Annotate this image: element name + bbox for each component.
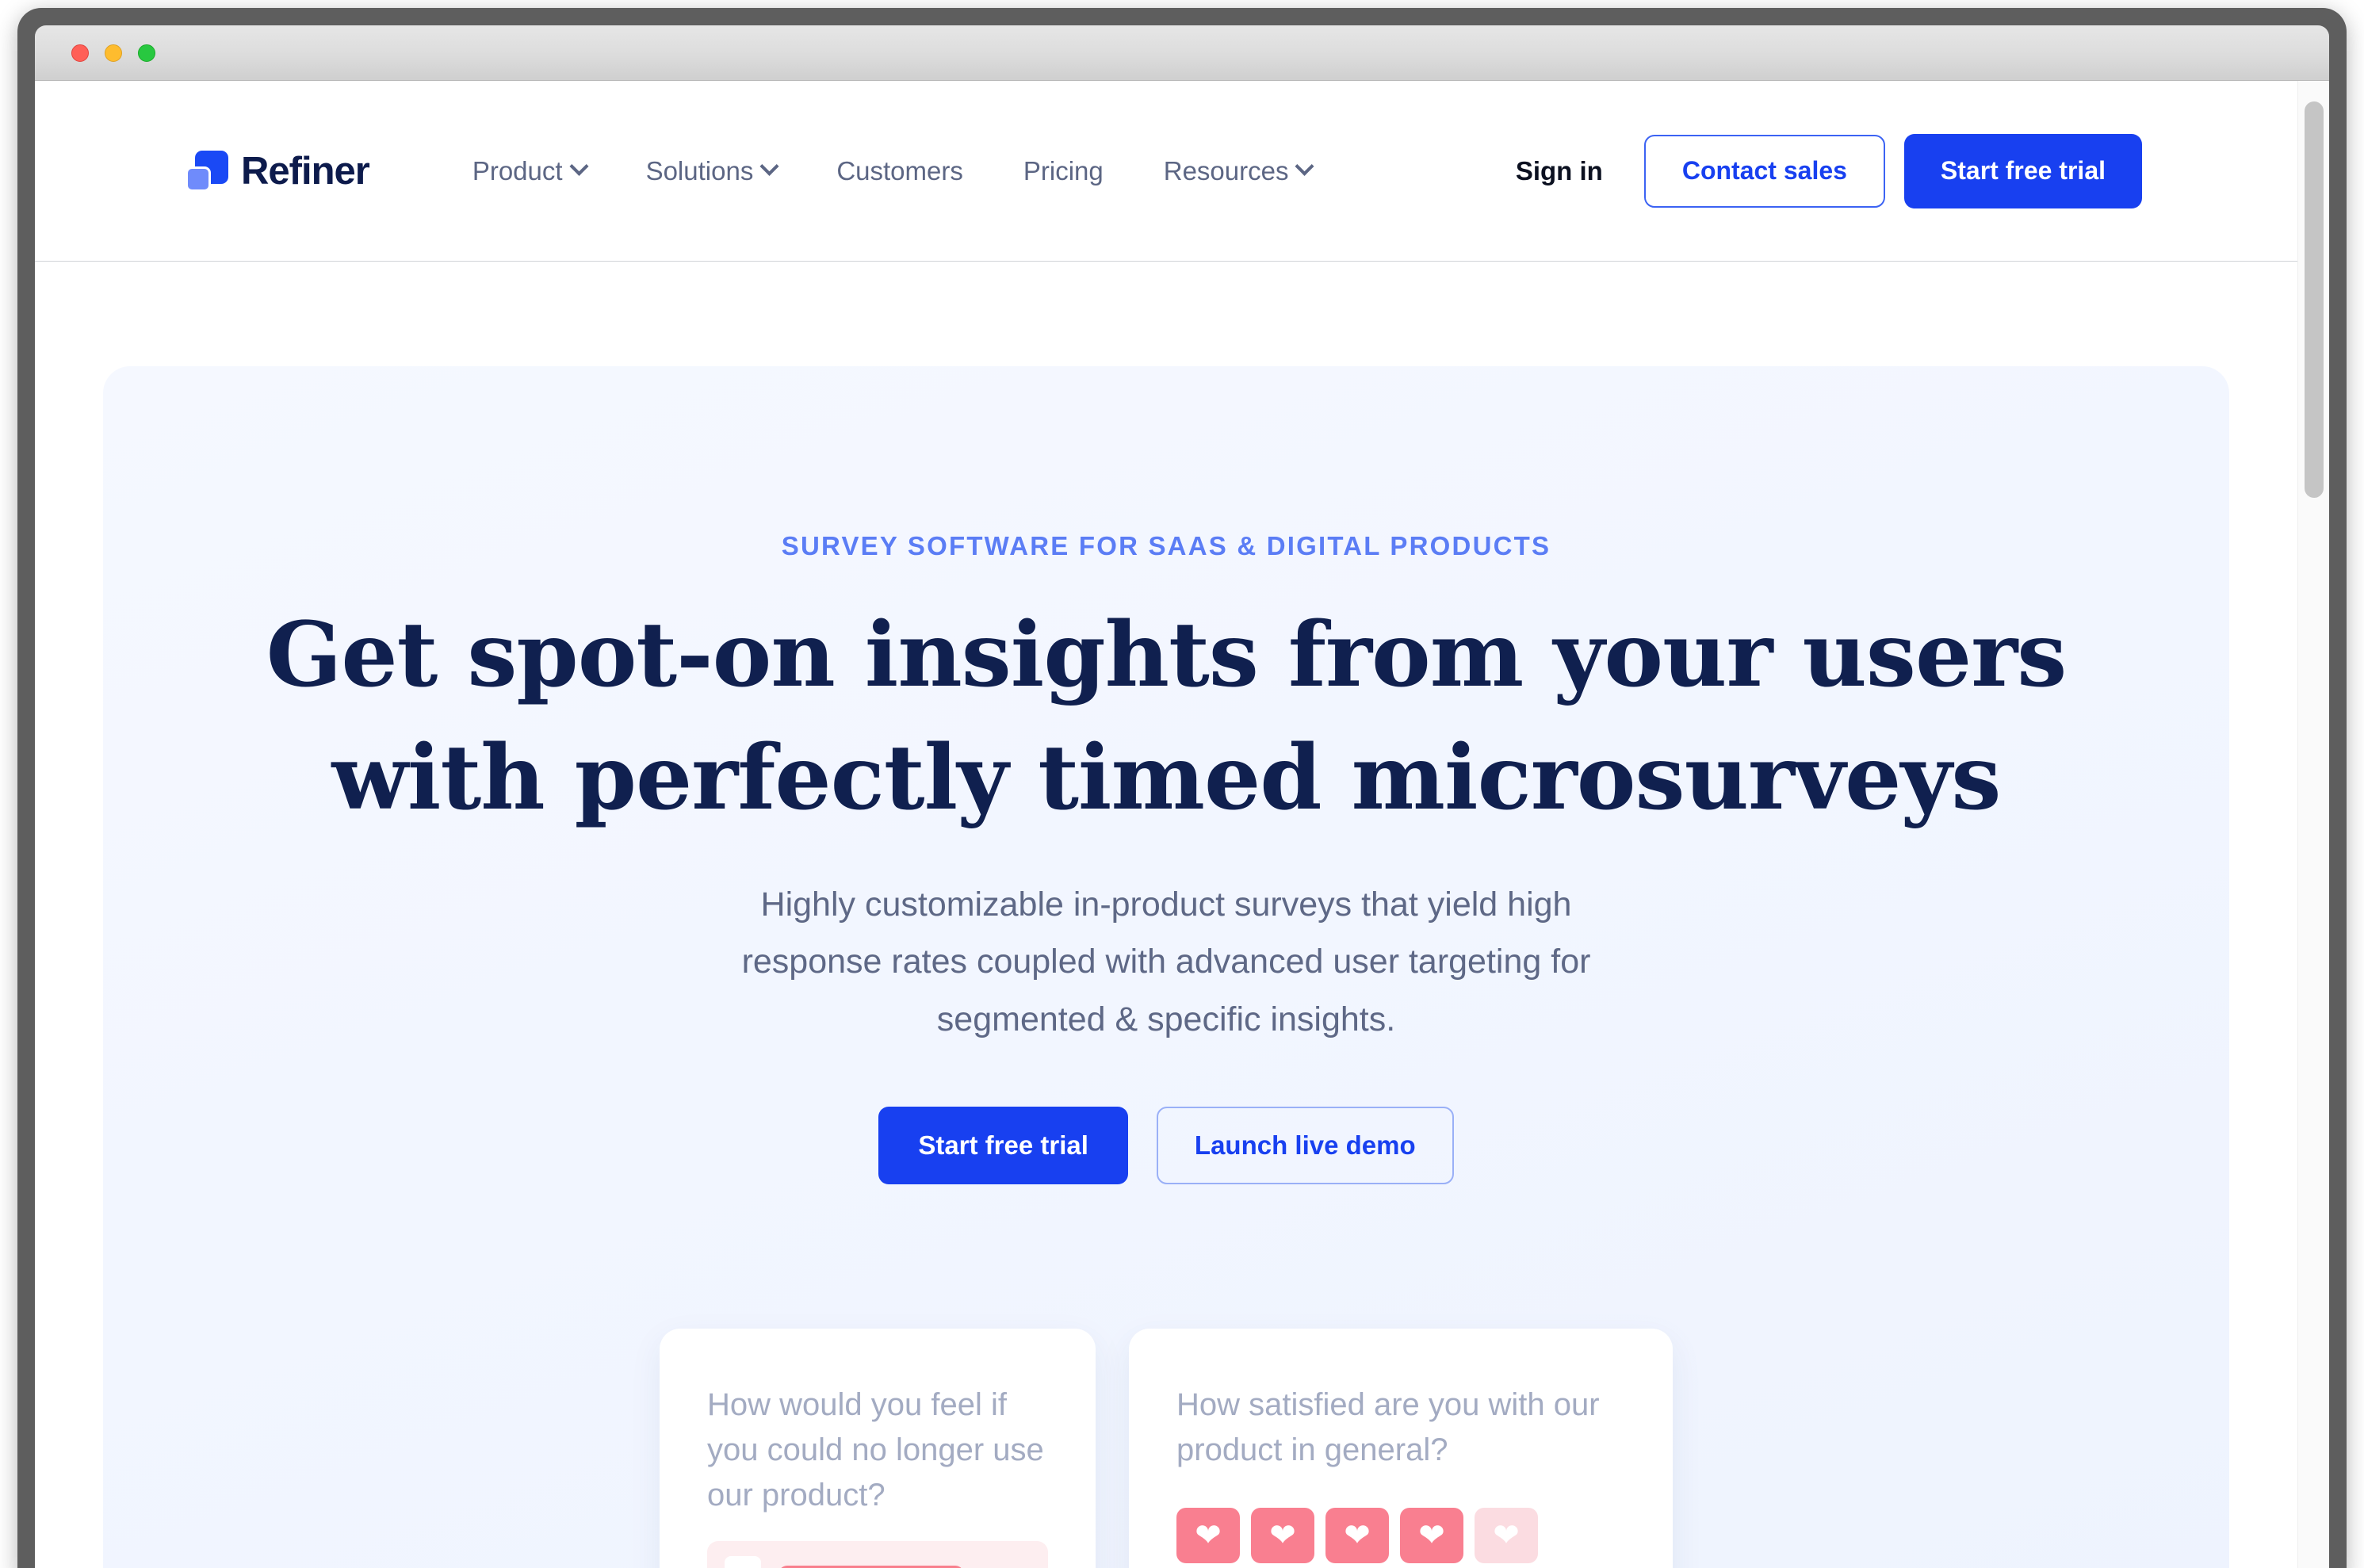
checkmark-icon (725, 1556, 761, 1568)
minimize-window-button[interactable] (105, 44, 122, 62)
hero-cta-group: Start free trial Launch live demo (103, 1106, 2229, 1184)
nav-item-product-label: Product (472, 155, 563, 185)
heart-icon: ❤ (1344, 1517, 1371, 1553)
survey-option-row-selected[interactable] (707, 1541, 1048, 1568)
brand-logo[interactable]: Refiner (184, 149, 370, 193)
sign-in-link[interactable]: Sign in (1489, 156, 1630, 186)
hero-subtitle-text: Highly customizable in-product surveys t… (741, 885, 1591, 1038)
navbar-start-free-trial-button[interactable]: Start free trial (1903, 133, 2142, 208)
hero-section: SURVEY SOFTWARE FOR SAAS & DIGITAL PRODU… (103, 366, 2229, 1568)
nav-item-customers[interactable]: Customers (806, 156, 993, 186)
heart-icon: ❤ (1493, 1517, 1520, 1553)
nav-item-solutions[interactable]: Solutions (616, 156, 807, 186)
nav-item-pricing[interactable]: Pricing (993, 156, 1134, 186)
heart-icon: ❤ (1418, 1517, 1445, 1553)
hero-headline-line-1: Get spot-on insights from your users (266, 603, 2068, 707)
heart-rating-option-3[interactable]: ❤ (1325, 1507, 1389, 1563)
hero-launch-live-demo-button[interactable]: Launch live demo (1156, 1106, 1454, 1184)
nav-item-customers-label: Customers (836, 155, 963, 185)
heart-rating-option-5[interactable]: ❤ (1475, 1507, 1538, 1563)
chevron-down-icon (759, 156, 779, 176)
contact-sales-button[interactable]: Contact sales (1643, 134, 1885, 208)
heart-rating-scale: ❤ ❤ ❤ ❤ ❤ (1176, 1507, 1625, 1563)
hero-eyebrow: SURVEY SOFTWARE FOR SAAS & DIGITAL PRODU… (781, 531, 1551, 560)
page-scrollbar-thumb[interactable] (2305, 101, 2324, 498)
chevron-down-icon (1295, 156, 1315, 176)
nav-item-product[interactable]: Product (442, 156, 616, 186)
heart-rating-option-4[interactable]: ❤ (1400, 1507, 1463, 1563)
hero-headline: Get spot-on insights from your users wit… (103, 595, 2229, 839)
page-viewport: Refiner Product Solutions Customers Pric… (35, 81, 2329, 1568)
survey-card-heart-rating: How satisfied are you with our product i… (1129, 1329, 1673, 1568)
window-titlebar (35, 25, 2329, 81)
heart-icon: ❤ (1269, 1517, 1296, 1553)
nav-item-solutions-label: Solutions (645, 155, 754, 185)
hero-subtitle: Highly customizable in-product surveys t… (103, 876, 2229, 1048)
navbar-links: Product Solutions Customers Pricing Reso… (442, 156, 1342, 186)
browser-window: Refiner Product Solutions Customers Pric… (17, 8, 2347, 1568)
desktop-background: Refiner Product Solutions Customers Pric… (0, 0, 2364, 1568)
survey-mockup-group: How would you feel if you could no longe… (103, 1329, 2229, 1568)
window-controls (71, 44, 155, 62)
nav-item-resources[interactable]: Resources (1134, 156, 1342, 186)
site-navbar: Refiner Product Solutions Customers Pric… (35, 81, 2297, 262)
heart-rating-option-1[interactable]: ❤ (1176, 1507, 1240, 1563)
navbar-actions: Sign in Contact sales Start free trial (1489, 133, 2142, 208)
brand-name-label: Refiner (241, 149, 370, 193)
zoom-window-button[interactable] (138, 44, 155, 62)
chevron-down-icon (569, 156, 589, 176)
survey-question-text: How satisfied are you with our product i… (1176, 1387, 1600, 1467)
heart-icon: ❤ (1195, 1517, 1222, 1553)
close-window-button[interactable] (71, 44, 89, 62)
nav-item-pricing-label: Pricing (1023, 155, 1104, 185)
survey-question-text: How would you feel if you could no longe… (707, 1387, 1044, 1513)
nav-item-resources-label: Resources (1163, 155, 1289, 185)
page-scrollbar-track[interactable] (2297, 81, 2329, 1568)
hero-headline-line-2: with perfectly timed microsurveys (331, 725, 2002, 830)
hero-start-free-trial-button[interactable]: Start free trial (878, 1106, 1128, 1184)
survey-card-multiple-choice: How would you feel if you could no longe… (660, 1329, 1096, 1568)
heart-rating-option-2[interactable]: ❤ (1251, 1507, 1314, 1563)
refiner-logo-icon (184, 149, 228, 193)
